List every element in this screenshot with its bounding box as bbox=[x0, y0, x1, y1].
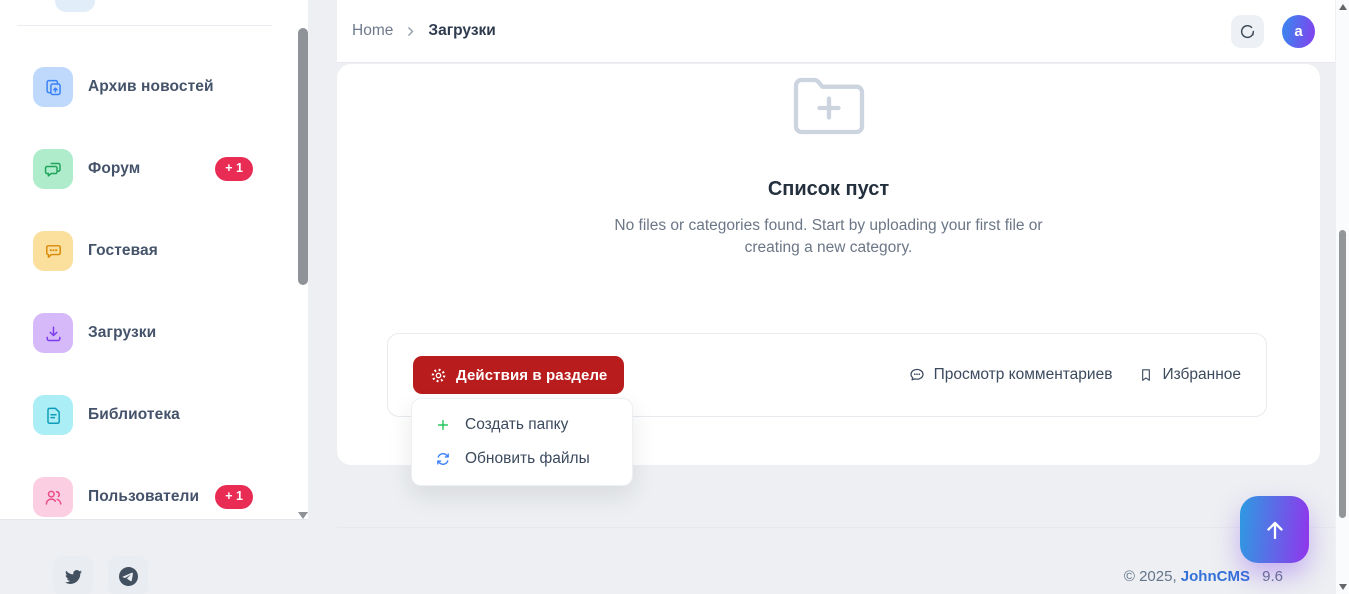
forum-unread-badge: + 1 bbox=[215, 157, 253, 181]
folder-plus-icon bbox=[790, 75, 868, 137]
view-comments-label: Просмотр комментариев bbox=[934, 366, 1113, 384]
footer-divider bbox=[337, 527, 1337, 528]
top-bar: Home Загрузки a bbox=[337, 0, 1337, 63]
sidebar-item-partial-icon bbox=[55, 0, 95, 12]
sidebar-item-news-archive[interactable]: Архив новостей bbox=[33, 67, 253, 107]
sidebar-item-label: Архив новостей bbox=[88, 78, 214, 96]
scroll-to-top-button[interactable] bbox=[1240, 496, 1309, 563]
scrollbar-down-arrow[interactable] bbox=[1339, 584, 1347, 590]
sidebar-item-label: Гостевая bbox=[88, 242, 158, 260]
telegram-button[interactable] bbox=[108, 556, 148, 594]
gear-icon bbox=[430, 367, 447, 384]
section-actions-label: Действия в разделе bbox=[456, 367, 607, 384]
sidebar-item-label: Пользователи bbox=[88, 488, 199, 506]
favorites-link[interactable]: Избранное bbox=[1138, 366, 1241, 384]
comment-icon bbox=[908, 366, 926, 384]
admin-page: Архив новостей Форум + 1 Госте bbox=[0, 0, 1349, 594]
sidebar-item-downloads[interactable]: Загрузки bbox=[33, 313, 253, 353]
menu-item-label: Обновить файлы bbox=[465, 450, 590, 468]
twitter-icon bbox=[65, 568, 82, 585]
users-new-badge: + 1 bbox=[215, 485, 253, 509]
refresh-icon bbox=[435, 451, 451, 467]
version-text: 9.6 bbox=[1262, 568, 1283, 585]
footer: © 2025, JohnCMS 9.6 bbox=[337, 568, 1283, 585]
sidebar-item-forum[interactable]: Форум + 1 bbox=[33, 149, 253, 189]
scrollbar-up-arrow[interactable] bbox=[1339, 4, 1347, 10]
page-scrollbar-thumb[interactable] bbox=[1339, 230, 1346, 518]
empty-state-description: No files or categories found. Start by u… bbox=[589, 215, 1069, 258]
sidebar-divider bbox=[17, 25, 272, 26]
refresh-circle-icon bbox=[1238, 22, 1257, 41]
johncms-link[interactable]: JohnCMS bbox=[1181, 568, 1250, 585]
guestbook-icon bbox=[33, 231, 73, 271]
news-archive-icon bbox=[33, 67, 73, 107]
sidebar-item-guestbook[interactable]: Гостевая bbox=[33, 231, 253, 271]
favorites-label: Избранное bbox=[1162, 366, 1241, 384]
sidebar-scroll-down-arrow[interactable] bbox=[298, 512, 308, 519]
content-panel: Список пуст No files or categories found… bbox=[337, 64, 1320, 465]
sidebar: Архив новостей Форум + 1 Госте bbox=[0, 0, 308, 520]
sidebar-item-library[interactable]: Библиотека bbox=[33, 395, 253, 435]
view-comments-link[interactable]: Просмотр комментариев bbox=[908, 366, 1113, 384]
menu-item-create-folder[interactable]: Создать папку bbox=[412, 408, 632, 442]
refresh-button[interactable] bbox=[1231, 15, 1264, 48]
avatar-letter: a bbox=[1294, 23, 1302, 40]
social-links bbox=[53, 556, 148, 594]
copyright-text: © 2025, bbox=[1124, 568, 1177, 585]
sidebar-item-users[interactable]: Пользователи + 1 bbox=[33, 477, 253, 517]
header-actions: a bbox=[1231, 15, 1315, 48]
sidebar-item-label: Библиотека bbox=[88, 406, 180, 424]
chevron-right-icon bbox=[404, 25, 417, 38]
library-icon bbox=[33, 395, 73, 435]
forum-icon bbox=[33, 149, 73, 189]
menu-item-label: Создать папку bbox=[465, 416, 568, 434]
arrow-up-icon bbox=[1261, 516, 1289, 544]
menu-item-refresh-files[interactable]: Обновить файлы bbox=[412, 442, 632, 476]
twitter-button[interactable] bbox=[53, 556, 93, 594]
users-icon bbox=[33, 477, 73, 517]
breadcrumb: Home Загрузки bbox=[352, 22, 496, 40]
empty-state-title: Список пуст bbox=[337, 178, 1320, 201]
breadcrumb-home-link[interactable]: Home bbox=[352, 22, 393, 40]
breadcrumb-current: Загрузки bbox=[428, 22, 495, 40]
page-scrollbar[interactable] bbox=[1335, 0, 1349, 594]
downloads-icon bbox=[33, 313, 73, 353]
section-actions-button[interactable]: Действия в разделе bbox=[413, 356, 624, 394]
bookmark-icon bbox=[1138, 367, 1154, 383]
actions-dropdown-menu: Создать папку Обновить файлы bbox=[411, 398, 633, 486]
action-bar-links: Просмотр комментариев Избранное bbox=[908, 366, 1241, 384]
sidebar-scrollbar-thumb[interactable] bbox=[298, 28, 308, 285]
user-avatar[interactable]: a bbox=[1282, 15, 1315, 48]
sidebar-item-label: Загрузки bbox=[88, 324, 156, 342]
sidebar-item-label: Форум bbox=[88, 160, 140, 178]
plus-icon bbox=[435, 417, 451, 433]
telegram-icon bbox=[119, 567, 138, 586]
